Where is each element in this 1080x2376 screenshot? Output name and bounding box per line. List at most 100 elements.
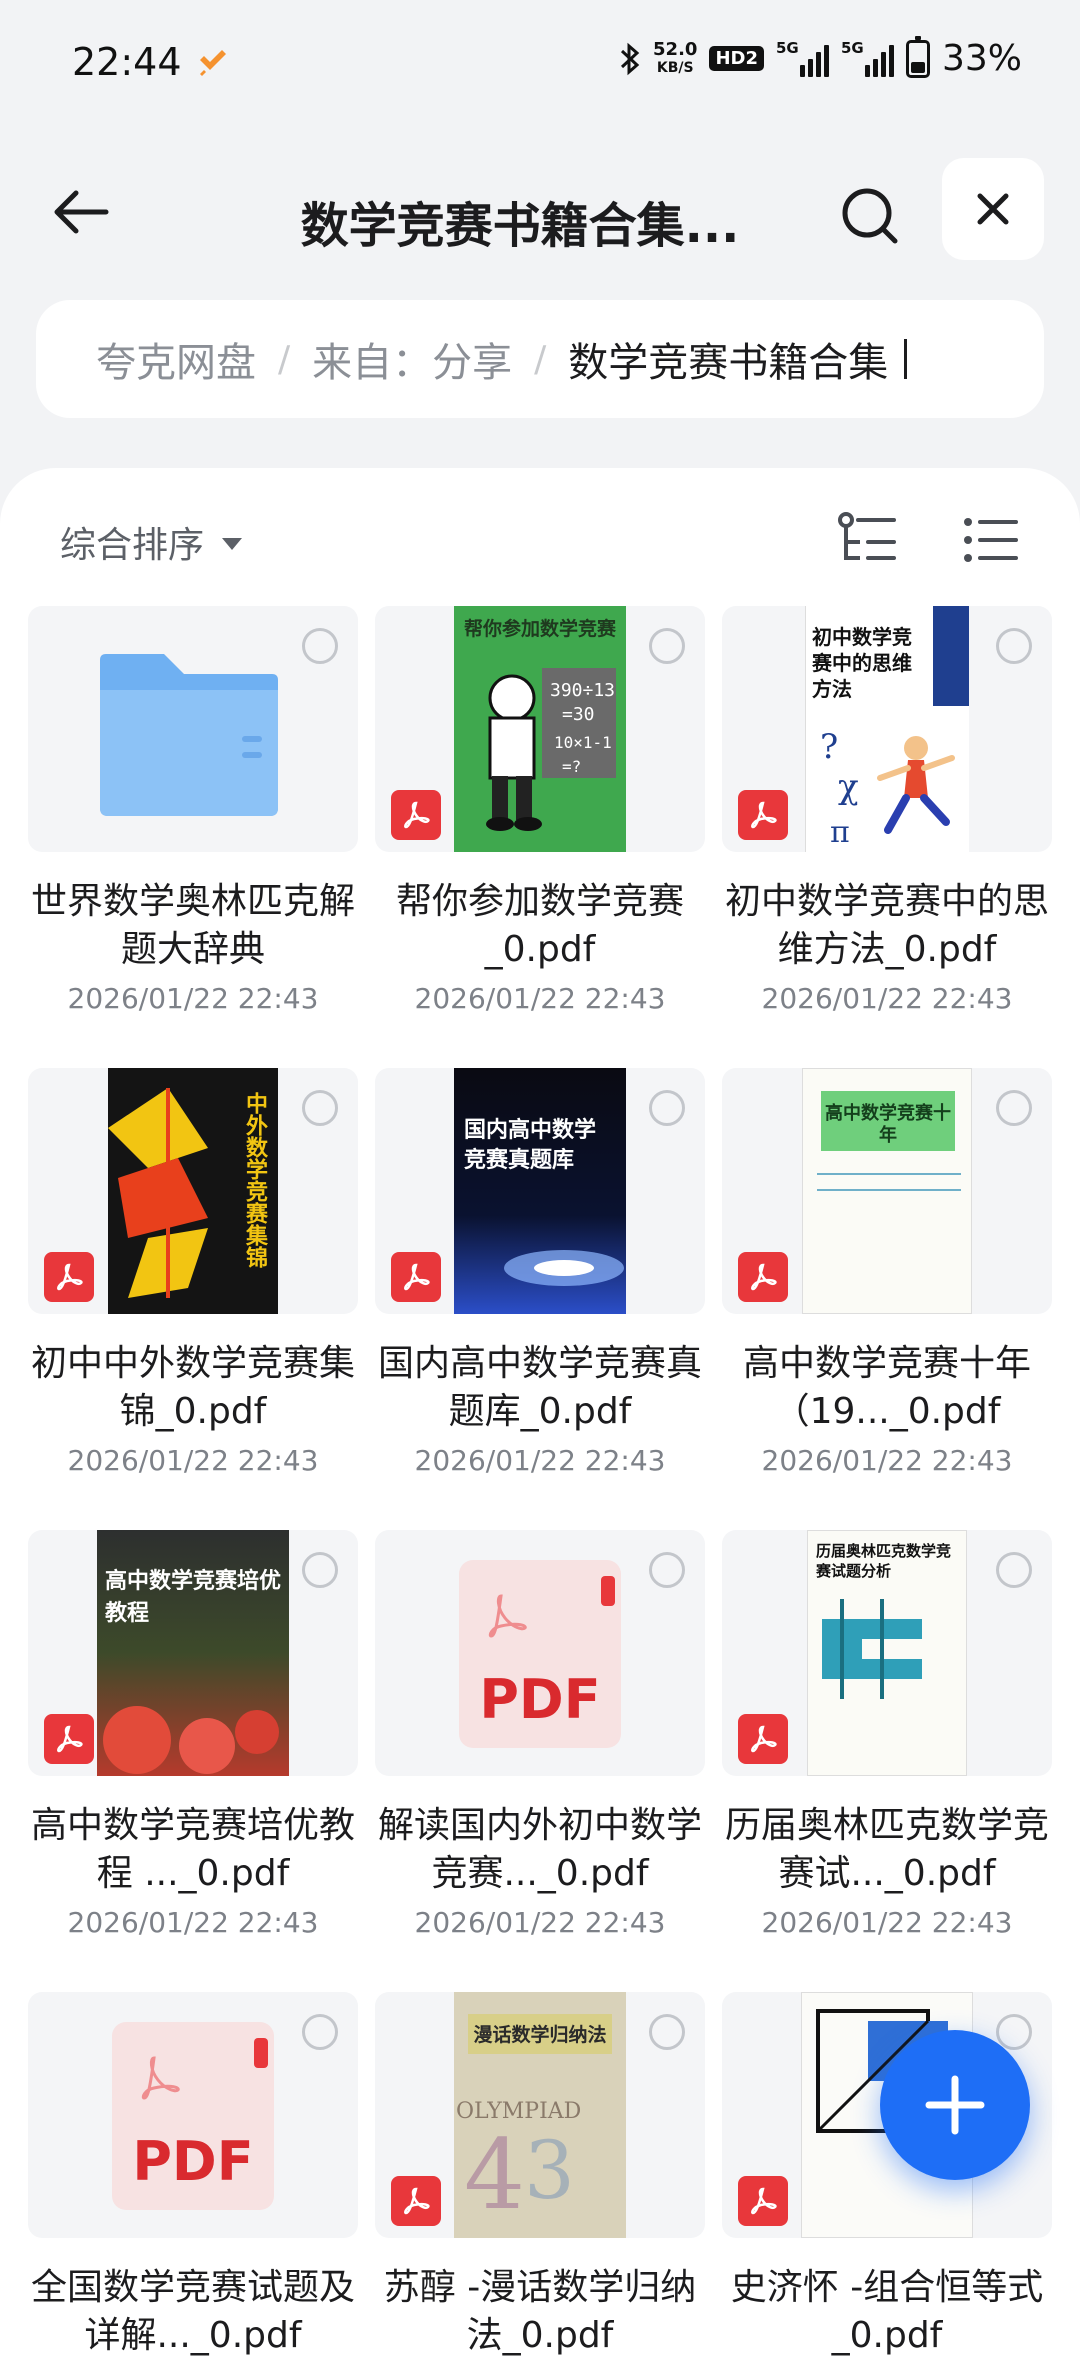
- sim2-signal-icon: 5G: [841, 39, 894, 77]
- red-spheres-illustration: [103, 1706, 279, 1774]
- close-icon: [977, 193, 1009, 225]
- battery-fill: [910, 61, 925, 73]
- file-item[interactable]: PDF 全国数学竞赛试题及详解..._0.pdf: [28, 1992, 358, 2376]
- light-burst-illustration: [504, 1250, 624, 1286]
- bluetooth-icon: [621, 42, 640, 75]
- svg-text:10×1-1: 10×1-1: [554, 733, 612, 752]
- pdf-badge-icon: [44, 1714, 94, 1764]
- file-date: 2026/01/22 22:43: [67, 1444, 319, 1477]
- file-date: 2026/01/22 22:43: [67, 1906, 319, 1939]
- file-name: 解读国内外初中数学竞赛..._0.pdf: [377, 1805, 702, 1894]
- net-speed: 52.0 KB/S: [653, 40, 697, 77]
- book-cover: 国内高中数学竞赛真题库: [454, 1068, 626, 1314]
- file-thumbnail: PDF: [375, 1530, 705, 1776]
- list-view-icon[interactable]: [962, 510, 1018, 570]
- file-name: 世界数学奥林匹克解题大辞典: [30, 881, 355, 970]
- select-checkbox[interactable]: [649, 1552, 685, 1588]
- file-thumbnail: [28, 606, 358, 852]
- file-thumbnail: 历届奥林匹克数学竞赛试题分析: [722, 1530, 1052, 1776]
- select-checkbox[interactable]: [302, 1090, 338, 1126]
- status-indicators: 52.0 KB/S HD2 5G 5G 33%: [619, 35, 1022, 79]
- file-name: 帮你参加数学竞赛_0.pdf: [395, 881, 684, 970]
- back-button[interactable]: [40, 172, 120, 252]
- pdf-label: PDF: [479, 1668, 601, 1731]
- file-date: 2026/01/22 22:43: [414, 1906, 666, 1939]
- geometric-illustration: [822, 1599, 922, 1699]
- breadcrumb-separator: /: [278, 338, 291, 380]
- select-checkbox[interactable]: [996, 628, 1032, 664]
- sort-dropdown[interactable]: 综合排序: [60, 516, 243, 568]
- pdf-badge-icon: [44, 1252, 94, 1302]
- file-item[interactable]: 国内高中数学竞赛真题库 国内高中数学竞赛真题库_0.pdf 2026/01/22…: [375, 1068, 705, 1530]
- tree-view-icon[interactable]: [836, 508, 900, 572]
- breadcrumb-cursor: [904, 339, 908, 379]
- pdf-badge-icon: [738, 2176, 788, 2226]
- search-button[interactable]: [830, 176, 910, 256]
- cover-title: 历届奥林匹克数学竞赛试题分析: [816, 1542, 952, 1580]
- svg-text:χ: χ: [838, 767, 859, 807]
- pdf-label: PDF: [132, 2130, 254, 2193]
- folder-icon: [100, 654, 278, 816]
- select-checkbox[interactable]: [302, 2014, 338, 2050]
- book-cover: 帮你参加数学竞赛 390÷13 =30 10×1-1 =?: [454, 606, 626, 852]
- select-checkbox[interactable]: [649, 628, 685, 664]
- pdf-badge-icon: [391, 2176, 441, 2226]
- file-item[interactable]: 高中数学竞赛十年 高中数学竞赛十年 （19..._0.pdf 2026/01/2…: [722, 1068, 1052, 1530]
- file-name: 史济怀 -组合恒等式_0.pdf: [730, 2267, 1044, 2356]
- file-item[interactable]: 帮你参加数学竞赛 390÷13 =30 10×1-1 =? 帮你参加数学竞赛_0…: [375, 606, 705, 1068]
- file-name: 历届奥林匹克数学竞赛试..._0.pdf: [724, 1805, 1049, 1894]
- file-name: 全国数学竞赛试题及详解..._0.pdf: [30, 2267, 355, 2356]
- file-item[interactable]: 初中数学竞赛中的思维方法 ? χ π 初中数学竞赛中的思维方法_0.pdf 20…: [722, 606, 1052, 1068]
- cover-title: 高中数学竞赛培优教程: [105, 1569, 282, 1626]
- breadcrumb-item-quark[interactable]: 夸克网盘: [96, 330, 256, 388]
- select-checkbox[interactable]: [302, 628, 338, 664]
- book-cover: 高中数学竞赛十年: [802, 1068, 972, 1314]
- status-bar: 22:44 52.0 KB/S HD2 5G 5G 33%: [0, 0, 1080, 130]
- status-time: 22:44: [72, 40, 182, 84]
- chevron-down-icon: [222, 538, 243, 550]
- select-checkbox[interactable]: [996, 2014, 1032, 2050]
- pdf-badge-icon: [738, 790, 788, 840]
- arrow-left-icon: [54, 190, 109, 234]
- file-thumbnail: PDF: [28, 1992, 358, 2238]
- select-checkbox[interactable]: [649, 1090, 685, 1126]
- svg-text:?: ?: [820, 727, 838, 767]
- file-item[interactable]: 高中数学竞赛培优教程 高中数学竞赛培优教程 ..._0.pdf 2026/01/…: [28, 1530, 358, 1992]
- pdf-badge-icon: [391, 790, 441, 840]
- file-date: 2026/01/22 22:43: [67, 982, 319, 1015]
- file-name: 国内高中数学竞赛真题库_0.pdf: [377, 1343, 702, 1432]
- book-cover: 初中数学竞赛中的思维方法 ? χ π: [805, 606, 969, 852]
- breadcrumb-item-current: 数学竞赛书籍合集: [568, 340, 889, 386]
- file-date: 2026/01/22 22:43: [761, 1906, 1013, 1939]
- select-checkbox[interactable]: [302, 1552, 338, 1588]
- file-name: 初中中外数学竞赛集锦_0.pdf: [30, 1343, 355, 1432]
- net-speed-unit: KB/S: [656, 59, 694, 76]
- file-item[interactable]: 历届奥林匹克数学竞赛试题分析 历届奥林匹克数学竞赛试..._0.pdf 2026…: [722, 1530, 1052, 1992]
- pdf-badge-icon: [738, 1714, 788, 1764]
- page-title: 数学竞赛书籍合集...: [300, 198, 740, 254]
- book-cover: 漫话数学归纳法 OLYMPIAD 4 3: [454, 1992, 626, 2238]
- file-item[interactable]: 中外数学竞赛集锦 初中中外数学竞赛集锦_0.pdf 2026/01/22 22:…: [28, 1068, 358, 1530]
- breadcrumb: 夸克网盘 / 来自：分享 / 数学竞赛书籍合集: [36, 300, 1044, 418]
- add-button[interactable]: [880, 2030, 1030, 2180]
- file-thumbnail: 中外数学竞赛集锦: [28, 1068, 358, 1314]
- svg-text:390÷13: 390÷13: [550, 680, 615, 701]
- sim1-signal-icon: 5G: [775, 38, 829, 77]
- file-name: 高中数学竞赛培优教程 ..._0.pdf: [30, 1805, 355, 1894]
- select-checkbox[interactable]: [996, 1552, 1032, 1588]
- cartoon-illustration: 390÷13 =30 10×1-1 =?: [486, 668, 616, 831]
- file-thumbnail: 漫话数学归纳法 OLYMPIAD 4 3: [375, 1992, 705, 2238]
- file-item[interactable]: 世界数学奥林匹克解题大辞典 2026/01/22 22:43: [28, 606, 358, 1068]
- breadcrumb-item-share[interactable]: 来自：分享: [312, 330, 512, 388]
- svg-text:π: π: [830, 815, 850, 848]
- file-date: 2026/01/22 22:43: [761, 982, 1013, 1015]
- file-item[interactable]: 漫话数学归纳法 OLYMPIAD 4 3 苏醇 -漫话数学归纳法_0.pdf: [375, 1992, 705, 2376]
- sim1-tag: 5G: [775, 38, 799, 57]
- breadcrumb-separator: /: [534, 338, 547, 380]
- close-button[interactable]: [942, 158, 1044, 260]
- file-item[interactable]: PDF 解读国内外初中数学竞赛..._0.pdf 2026/01/22 22:4…: [375, 1530, 705, 1992]
- file-date: 2026/01/22 22:43: [761, 1444, 1013, 1477]
- select-checkbox[interactable]: [996, 1090, 1032, 1126]
- battery-icon: [905, 35, 930, 78]
- select-checkbox[interactable]: [649, 2014, 685, 2050]
